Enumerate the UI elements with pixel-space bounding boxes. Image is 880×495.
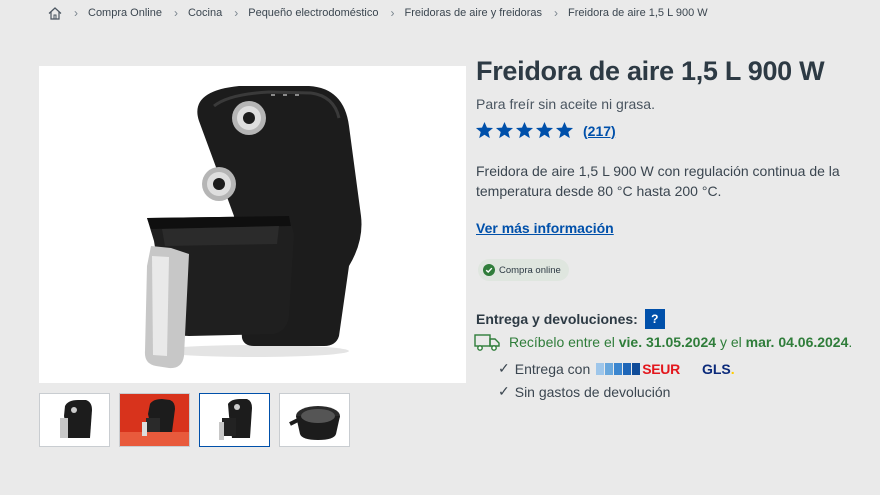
returns-label: Sin gastos de devolución [514,383,671,400]
carrier-row: ✓ Entrega con SEUR GLS. [498,360,735,377]
product-title: Freidora de aire 1,5 L 900 W [476,56,825,86]
product-subtitle: Para freír sin aceite ni grasa. [476,96,655,112]
chevron-right-icon: › [554,6,559,20]
more-info-link[interactable]: Ver más información [476,220,614,236]
thumbnail-2[interactable] [119,393,190,447]
rating-stars[interactable]: (217) [475,121,616,140]
star-icon [555,121,574,139]
truck-icon [474,334,500,351]
check-icon: ✓ [498,383,510,399]
availability-label: Compra online [499,264,561,276]
carrier-label: Entrega con [514,360,591,377]
chevron-right-icon: › [234,6,239,20]
thumbnail-4[interactable] [279,393,350,447]
thumbnail-1[interactable] [39,393,110,447]
home-icon[interactable] [48,6,62,20]
chevron-right-icon: › [390,6,395,20]
product-main-image[interactable] [39,66,466,383]
delivery-date-from: vie. 31.05.2024 [618,334,717,350]
breadcrumb-item-pequeno-electrodomestico[interactable]: Pequeño electrodoméstico [248,7,378,19]
thumbnail-gallery [39,393,359,447]
delivery-date-to: mar. 04.06.2024 [745,334,849,350]
delivery-prefix: Recíbelo entre el [509,334,615,350]
chevron-right-icon: › [173,6,178,20]
delivery-suffix: . [848,334,853,350]
availability-badge: Compra online [478,259,569,281]
delivery-connector: y el [719,334,742,350]
breadcrumb-item-cocina[interactable]: Cocina [188,7,222,19]
rating-count-link[interactable]: (217) [583,123,616,139]
delivery-estimate: Recíbelo entre el vie. 31.05.2024 y el m… [474,333,852,351]
returns-row: ✓ Sin gastos de devolución [498,383,670,400]
star-icon [475,121,494,139]
help-button[interactable]: ? [644,309,665,329]
chevron-right-icon: › [74,6,78,20]
gls-logo: GLS. [701,360,735,377]
thumbnail-3[interactable] [199,393,270,447]
breadcrumb: › Compra Online › Cocina › Pequeño elect… [48,5,708,21]
breadcrumb-item-freidoras[interactable]: Freidoras de aire y freidoras [404,7,542,19]
star-icon [535,121,554,139]
breadcrumb-item-compra-online[interactable]: Compra Online [88,7,162,19]
star-icon [515,121,534,139]
seur-logo: SEUR [596,361,680,377]
check-icon: ✓ [498,360,510,376]
check-circle-icon [483,264,495,276]
delivery-section: Entrega y devoluciones: ? [476,309,665,329]
product-description: Freidora de aire 1,5 L 900 W con regulac… [476,163,840,199]
delivery-heading: Entrega y devoluciones: [476,311,638,327]
star-icon [495,121,514,139]
breadcrumb-current: Freidora de aire 1,5 L 900 W [568,7,708,19]
